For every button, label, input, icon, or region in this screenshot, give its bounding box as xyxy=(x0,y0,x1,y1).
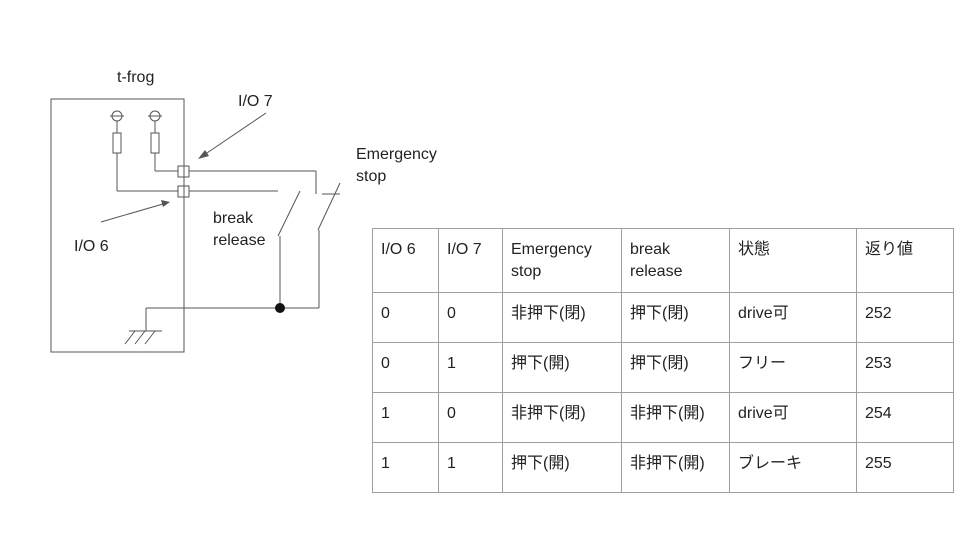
table-cell: フリー xyxy=(729,342,857,393)
header-io6: I/O 6 xyxy=(372,228,439,293)
table-cell: 252 xyxy=(856,292,954,343)
table-cell: ブレーキ xyxy=(729,442,857,493)
table-cell: 0 xyxy=(372,292,439,343)
table-cell: 押下(開) xyxy=(502,342,622,393)
table-cell: 0 xyxy=(438,392,503,443)
header-io7: I/O 7 xyxy=(438,228,503,293)
junction-dot xyxy=(275,303,285,313)
table-cell: 254 xyxy=(856,392,954,443)
break-release-label: break release xyxy=(213,210,266,249)
emergency-stop-label: Emergency stop xyxy=(356,146,437,185)
table-cell: 1 xyxy=(372,392,439,443)
table-cell: 0 xyxy=(438,292,503,343)
table-cell: 非押下(開) xyxy=(621,392,730,443)
table-cell: 1 xyxy=(372,442,439,493)
table-cell: 非押下(閉) xyxy=(502,292,622,343)
table-cell: 1 xyxy=(438,442,503,493)
ground-icon xyxy=(124,330,162,345)
table-row: 0 0 非押下(閉) 押下(閉) drive可 252 xyxy=(372,292,954,343)
header-break-release: break release xyxy=(621,228,730,293)
pullup-resistor-io6 xyxy=(110,110,178,192)
arrow-io7-pointer xyxy=(198,112,267,159)
device-label: t-frog xyxy=(117,69,155,86)
header-return-value: 返り値 xyxy=(856,228,954,293)
header-state: 状態 xyxy=(729,228,857,293)
table-cell: 非押下(閉) xyxy=(502,392,622,443)
table-cell: 押下(閉) xyxy=(621,342,730,393)
io-state-table: I/O 6 I/O 7 Emergency stop break release… xyxy=(372,228,954,493)
table-row: 0 1 押下(開) 押下(閉) フリー 253 xyxy=(372,342,954,393)
io6-label: I/O 6 xyxy=(74,238,109,255)
table-cell: drive可 xyxy=(729,392,857,443)
table-header-row: I/O 6 I/O 7 Emergency stop break release… xyxy=(372,228,954,293)
io7-label: I/O 7 xyxy=(238,93,273,110)
table-cell: 1 xyxy=(438,342,503,393)
table-cell: 非押下(開) xyxy=(621,442,730,493)
arrow-io6-pointer xyxy=(100,200,170,223)
tfrog-board-outline xyxy=(50,98,185,353)
table-cell: drive可 xyxy=(729,292,857,343)
table-cell: 押下(開) xyxy=(502,442,622,493)
table-cell: 0 xyxy=(372,342,439,393)
table-row: 1 1 押下(開) 非押下(開) ブレーキ 255 xyxy=(372,442,954,493)
table-cell: 253 xyxy=(856,342,954,393)
pullup-resistor-io7 xyxy=(148,110,178,172)
header-emergency-stop: Emergency stop xyxy=(502,228,622,293)
table-cell: 255 xyxy=(856,442,954,493)
table-cell: 押下(閉) xyxy=(621,292,730,343)
table-row: 1 0 非押下(閉) 非押下(開) drive可 254 xyxy=(372,392,954,443)
